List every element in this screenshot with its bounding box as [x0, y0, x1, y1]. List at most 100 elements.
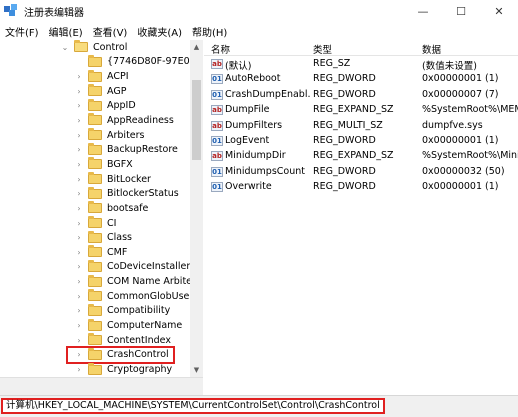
value-type: REG_DWORD [313, 135, 376, 146]
chevron-right-icon[interactable]: › [74, 292, 84, 301]
value-data: %SystemRoot%\MEMO [422, 104, 518, 116]
string-value-icon: ab [211, 120, 223, 131]
chevron-right-icon[interactable]: › [74, 233, 84, 242]
tree-item[interactable]: › bootsafe [74, 201, 148, 216]
chevron-right-icon[interactable]: › [74, 131, 84, 140]
tree-item[interactable]: {7746D80F-97E0-4E2 [74, 54, 202, 70]
value-data: dumpfve.sys [422, 119, 483, 131]
value-type: REG_DWORD [313, 165, 376, 177]
menu-favorites[interactable]: 收藏夹(A) [132, 24, 187, 39]
binary-value-icon: 01 [211, 89, 223, 100]
chevron-right-icon[interactable]: › [74, 365, 84, 374]
tree-item[interactable]: › BitLocker [74, 172, 151, 187]
chevron-right-icon[interactable]: › [74, 248, 84, 257]
tree-item[interactable]: › Compatibility [74, 303, 170, 319]
tree-item[interactable]: › AppReadiness [74, 113, 174, 128]
chevron-right-icon[interactable]: › [74, 321, 84, 330]
tree-item[interactable]: › BitlockerStatus [74, 186, 179, 201]
scroll-down-arrow-icon[interactable]: ▼ [190, 363, 203, 377]
column-header-data[interactable]: 数据 [422, 42, 441, 56]
tree-item[interactable]: › ComputerName [74, 318, 182, 333]
value-type: REG_EXPAND_SZ [313, 104, 394, 116]
tree-item-label: CrashControl [107, 349, 169, 361]
menu-edit[interactable]: 编辑(E) [44, 24, 88, 39]
tree-item-control[interactable]: ⌄ Control [60, 40, 127, 55]
chevron-right-icon[interactable]: › [74, 262, 84, 271]
value-row[interactable]: 01 LogEvent REG_DWORD 0x00000001 (1) [204, 134, 518, 149]
folder-open-icon [74, 40, 88, 53]
tree-vertical-scrollbar[interactable]: ▲ ▼ [190, 40, 203, 377]
folder-icon [88, 201, 102, 214]
column-header-name[interactable]: 名称 [211, 42, 230, 56]
value-data: (数值未设置) [422, 61, 477, 72]
chevron-right-icon[interactable]: › [74, 204, 84, 213]
chevron-right-icon[interactable]: › [74, 116, 84, 125]
value-row[interactable]: 01 AutoReboot REG_DWORD 0x00000001 (1) [204, 72, 518, 87]
maximize-button[interactable]: ☐ [442, 0, 480, 22]
values-list-pane: 名称 类型 数据 ab (默认) REG_SZ (数值未设置) 01 AutoReboot… [204, 40, 518, 377]
chevron-right-icon[interactable]: › [74, 189, 84, 198]
tree-horizontal-scrollbar[interactable] [0, 377, 203, 395]
chevron-right-icon[interactable]: › [74, 101, 84, 110]
tree-item[interactable]: › AGP [74, 84, 126, 99]
tree-item[interactable]: › Arbiters [74, 128, 145, 143]
tree-item[interactable]: › ContentIndex [74, 333, 171, 348]
chevron-down-icon[interactable]: ⌄ [60, 43, 70, 52]
binary-value-icon: 01 [211, 74, 223, 85]
chevron-right-icon[interactable]: › [74, 160, 84, 169]
scroll-up-arrow-icon[interactable]: ▲ [190, 40, 203, 54]
chevron-right-icon[interactable]: › [74, 306, 84, 315]
value-type: REG_DWORD [313, 88, 376, 100]
value-name: Overwrite [225, 181, 272, 193]
value-row[interactable]: 01 MinidumpsCount REG_DWORD 0x00000032 (50) [204, 165, 518, 180]
tree-item[interactable]: › CMF [74, 245, 127, 260]
value-row[interactable]: ab (默认) REG_SZ (数值未设置) [204, 57, 518, 72]
column-header-type[interactable]: 类型 [313, 42, 332, 56]
menu-help[interactable]: 帮助(H) [187, 24, 232, 39]
title-bar: 注册表编辑器 — ☐ ✕ [0, 0, 518, 22]
tree-item[interactable]: › CommonGlobUserSe [74, 289, 202, 304]
menu-file[interactable]: 文件(F) [0, 24, 44, 39]
folder-icon [88, 172, 102, 185]
close-button[interactable]: ✕ [480, 0, 518, 22]
scroll-thumb[interactable] [192, 80, 201, 160]
binary-value-icon: 01 [211, 182, 223, 193]
folder-icon [88, 245, 102, 258]
value-data: 0x00000001 (1) [422, 181, 499, 193]
value-type: REG_SZ [313, 58, 351, 69]
value-row[interactable]: ab DumpFilters REG_MULTI_SZ dumpfve.sys [204, 119, 518, 134]
folder-icon [88, 54, 102, 67]
chevron-right-icon[interactable]: › [74, 175, 84, 184]
value-row[interactable]: ab MinidumpDir REG_EXPAND_SZ %SystemRoot%\M… [204, 149, 518, 164]
menu-view[interactable]: 查看(V) [88, 24, 133, 39]
folder-icon [88, 142, 102, 155]
chevron-right-icon[interactable]: › [74, 87, 84, 96]
tree-item[interactable]: › COM Name Arbiter [74, 274, 196, 289]
folder-icon [88, 362, 102, 375]
chevron-right-icon[interactable]: › [74, 219, 84, 228]
tree-item[interactable]: › CoDeviceInstallers [74, 259, 195, 275]
tree-item[interactable]: › BGFX [74, 157, 133, 172]
tree-item[interactable]: › Class [74, 230, 132, 245]
value-row[interactable]: abDumpFile REG_EXPAND_SZ %SystemRoot%\MEMO [204, 103, 518, 118]
value-name: DumpFilters [225, 119, 283, 131]
chevron-right-icon[interactable]: › [74, 72, 84, 81]
tree-item[interactable]: › Cryptography [74, 362, 172, 377]
chevron-right-icon[interactable]: › [74, 350, 84, 359]
chevron-right-icon[interactable]: › [74, 145, 84, 154]
address-path[interactable]: 计算机\HKEY_LOCAL_MACHINE\SYSTEM\CurrentCon… [1, 398, 385, 414]
value-row[interactable]: 01 Overwrite REG_DWORD 0x00000001 (1) [204, 180, 518, 195]
value-name: MinidumpsCount [225, 165, 305, 177]
value-row[interactable]: 01 CrashDumpEnabl... REG_DWORD 0x00000007 (… [204, 88, 518, 103]
tree-item-label: CMF [107, 246, 128, 258]
chevron-right-icon[interactable]: › [74, 336, 84, 345]
folder-icon [88, 128, 102, 141]
minimize-button[interactable]: — [404, 0, 442, 22]
chevron-right-icon[interactable]: › [74, 277, 84, 286]
tree-item[interactable]: › AppID [74, 98, 136, 114]
tree-item-label: BackupRestore [107, 144, 178, 156]
tree-item-selected[interactable]: › CrashControl [66, 345, 175, 365]
tree-item[interactable]: › CI [74, 216, 116, 231]
tree-item[interactable]: › BackupRestore [74, 142, 178, 158]
tree-item[interactable]: › ACPI [74, 69, 129, 84]
